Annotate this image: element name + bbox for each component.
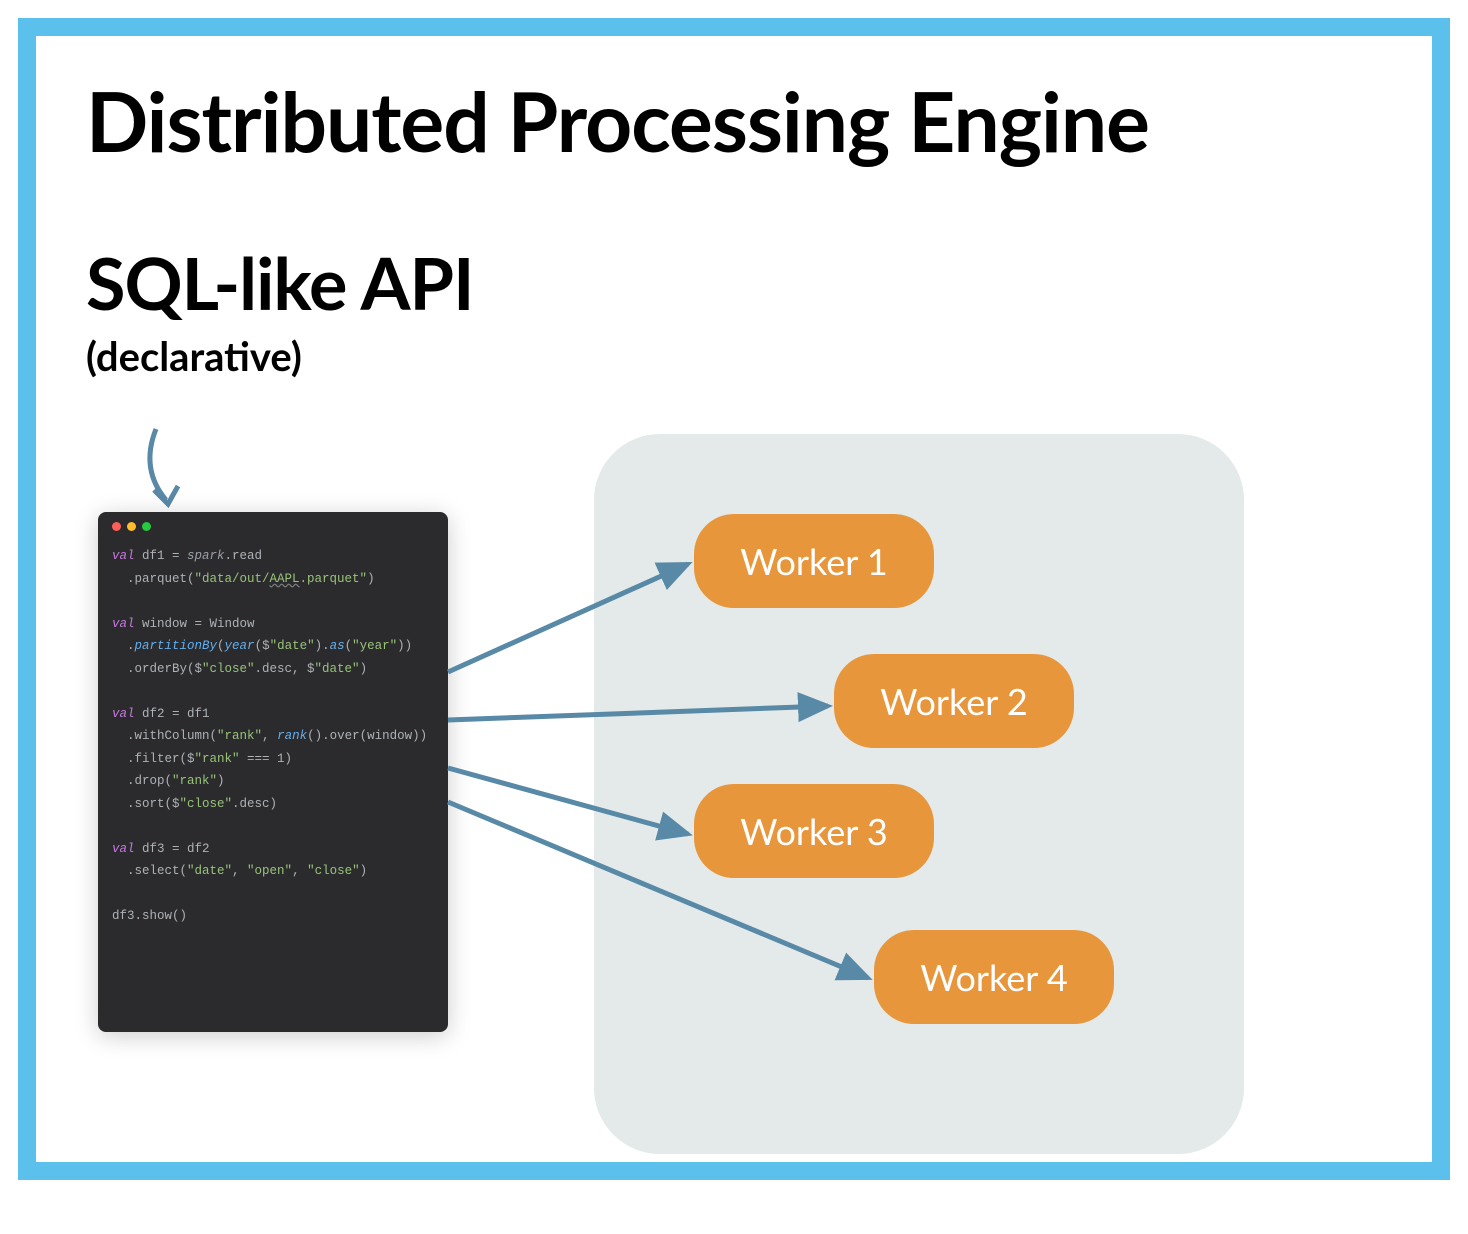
close-dot-icon: [112, 522, 121, 531]
code-line: .withColumn("rank", rank().over(window)): [112, 725, 434, 748]
worker-node-1: Worker 1: [694, 514, 934, 608]
code-line: [112, 815, 434, 838]
code-line: .drop("rank"): [112, 770, 434, 793]
code-line: .partitionBy(year($"date").as("year")): [112, 635, 434, 658]
maximize-dot-icon: [142, 522, 151, 531]
worker-cluster: Worker 1 Worker 2 Worker 3 Worker 4: [594, 434, 1244, 1154]
worker-node-3: Worker 3: [694, 784, 934, 878]
arrow-to-code-icon: [136, 424, 216, 514]
code-line: [112, 590, 434, 613]
worker-node-2: Worker 2: [834, 654, 1074, 748]
subtitle-note: (declarative): [86, 332, 1402, 380]
code-line: .orderBy($"close".desc, $"date"): [112, 658, 434, 681]
code-line: .filter($"rank" === 1): [112, 748, 434, 771]
worker-node-4: Worker 4: [874, 930, 1114, 1024]
minimize-dot-icon: [127, 522, 136, 531]
code-line: .parquet("data/out/AAPL.parquet"): [112, 568, 434, 591]
code-line: val df3 = df2: [112, 838, 434, 861]
slide-frame: Distributed Processing Engine SQL-like A…: [18, 18, 1450, 1180]
code-line: val window = Window: [112, 613, 434, 636]
code-line: .select("date", "open", "close"): [112, 860, 434, 883]
code-line: [112, 680, 434, 703]
subtitle: SQL-like API: [86, 240, 1402, 326]
code-line: [112, 883, 434, 906]
code-line: .sort($"close".desc): [112, 793, 434, 816]
code-line: val df1 = spark.read: [112, 545, 434, 568]
code-line: df3.show(): [112, 905, 434, 928]
code-line: val df2 = df1: [112, 703, 434, 726]
code-editor: val df1 = spark.read .parquet("data/out/…: [98, 512, 448, 1032]
main-title: Distributed Processing Engine: [86, 72, 1402, 170]
window-traffic-lights: [112, 522, 434, 531]
